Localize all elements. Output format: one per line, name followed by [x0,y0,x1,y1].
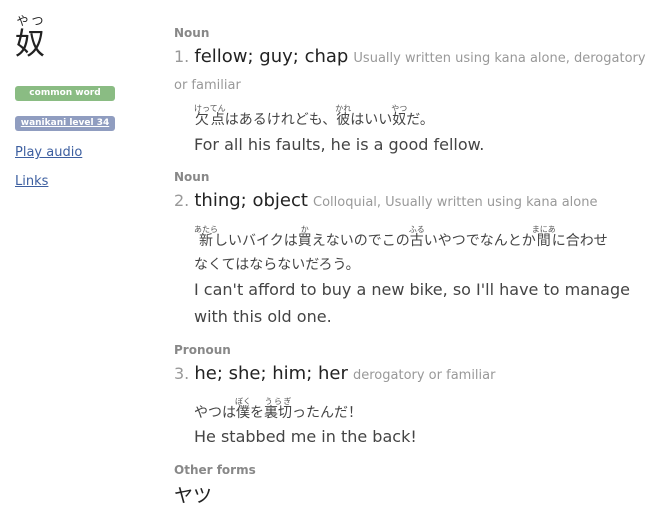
example-text: を [250,405,264,421]
example-word: 奴やつ [391,104,408,128]
furigana: うらぎ [264,397,292,406]
example-sentence-en: For all his faults, he is a good fellow. [194,135,485,154]
word-reading: やつ [15,14,45,28]
common-word-badge: common word [15,86,115,101]
example-word: 古ふる [408,225,425,249]
example-word: 彼かれ [335,104,352,128]
example-text: しいバイクは [214,233,298,249]
pos-label: Noun [174,26,210,40]
example-sentence-jp: やつは僕ぼくを裏切うらぎったんだ！ [194,397,614,425]
word-heading: 奴やつ [15,14,45,63]
example-text: はあるけれども、 [224,112,337,128]
pos-label: Pronoun [174,343,231,357]
example-text: やつは [194,405,236,421]
example-sentence-jp: 欠点けってんはあるけれども、彼かれはいい奴やつだ。 [194,104,614,132]
example-word: 間まにあ [531,225,556,249]
sense-meaning: he; she; him; her [194,363,348,384]
example-word: 欠点けってん [194,104,226,128]
play-audio-link[interactable]: Play audio [15,145,82,160]
example-text: ったんだ！ [292,405,362,421]
example-text: だ。 [406,112,434,128]
sense-3: 3. he; she; him; her derogatory or famil… [174,362,654,389]
example-word: 買か [297,225,312,249]
furigana: かれ [335,104,352,113]
sense-number: 3. [174,364,190,383]
wanikani-level-badge[interactable]: wanikani level 34 [15,116,115,131]
furigana: まにあ [531,225,556,234]
example-text: いやつでなんとか [423,233,536,249]
sense-info: Colloquial, Usually written using kana a… [313,195,598,210]
other-form-value: ヤツ [174,485,213,507]
example-text: えないのでこの [311,233,410,249]
other-forms-label: Other forms [174,463,256,477]
example-word: 新あたら [194,225,218,249]
example-word: 裏切うらぎ [264,397,292,421]
example-text: はいい [350,112,393,128]
links-link[interactable]: Links [15,174,48,189]
furigana: ふる [408,225,425,234]
furigana: ぼく [235,397,251,406]
furigana: けってん [194,104,226,113]
furigana: あたら [194,225,218,234]
example-word: 僕ぼく [235,397,251,421]
word-kanji: 奴やつ [15,14,45,62]
sense-meaning: fellow; guy; chap [194,46,349,67]
sense-number: 1. [174,47,190,66]
sense-2: 2. thing; object Colloquial, Usually wri… [174,189,654,216]
example-sentence-en: He stabbed me in the back! [194,427,417,446]
furigana: やつ [391,104,408,113]
example-sentence-jp: 新あたらしいバイクは買かえないのでこの古ふるいやつでなんとか間まにあに合わせなく… [194,225,614,277]
pos-label: Noun [174,170,210,184]
sense-1: 1. fellow; guy; chap Usually written usi… [174,45,654,99]
furigana: か [297,225,312,234]
sense-number: 2. [174,191,190,210]
example-sentence-en: I can't afford to buy a new bike, so I'l… [194,280,630,326]
sense-info: derogatory or familiar [352,368,496,383]
sense-meaning: thing; object [194,190,308,211]
